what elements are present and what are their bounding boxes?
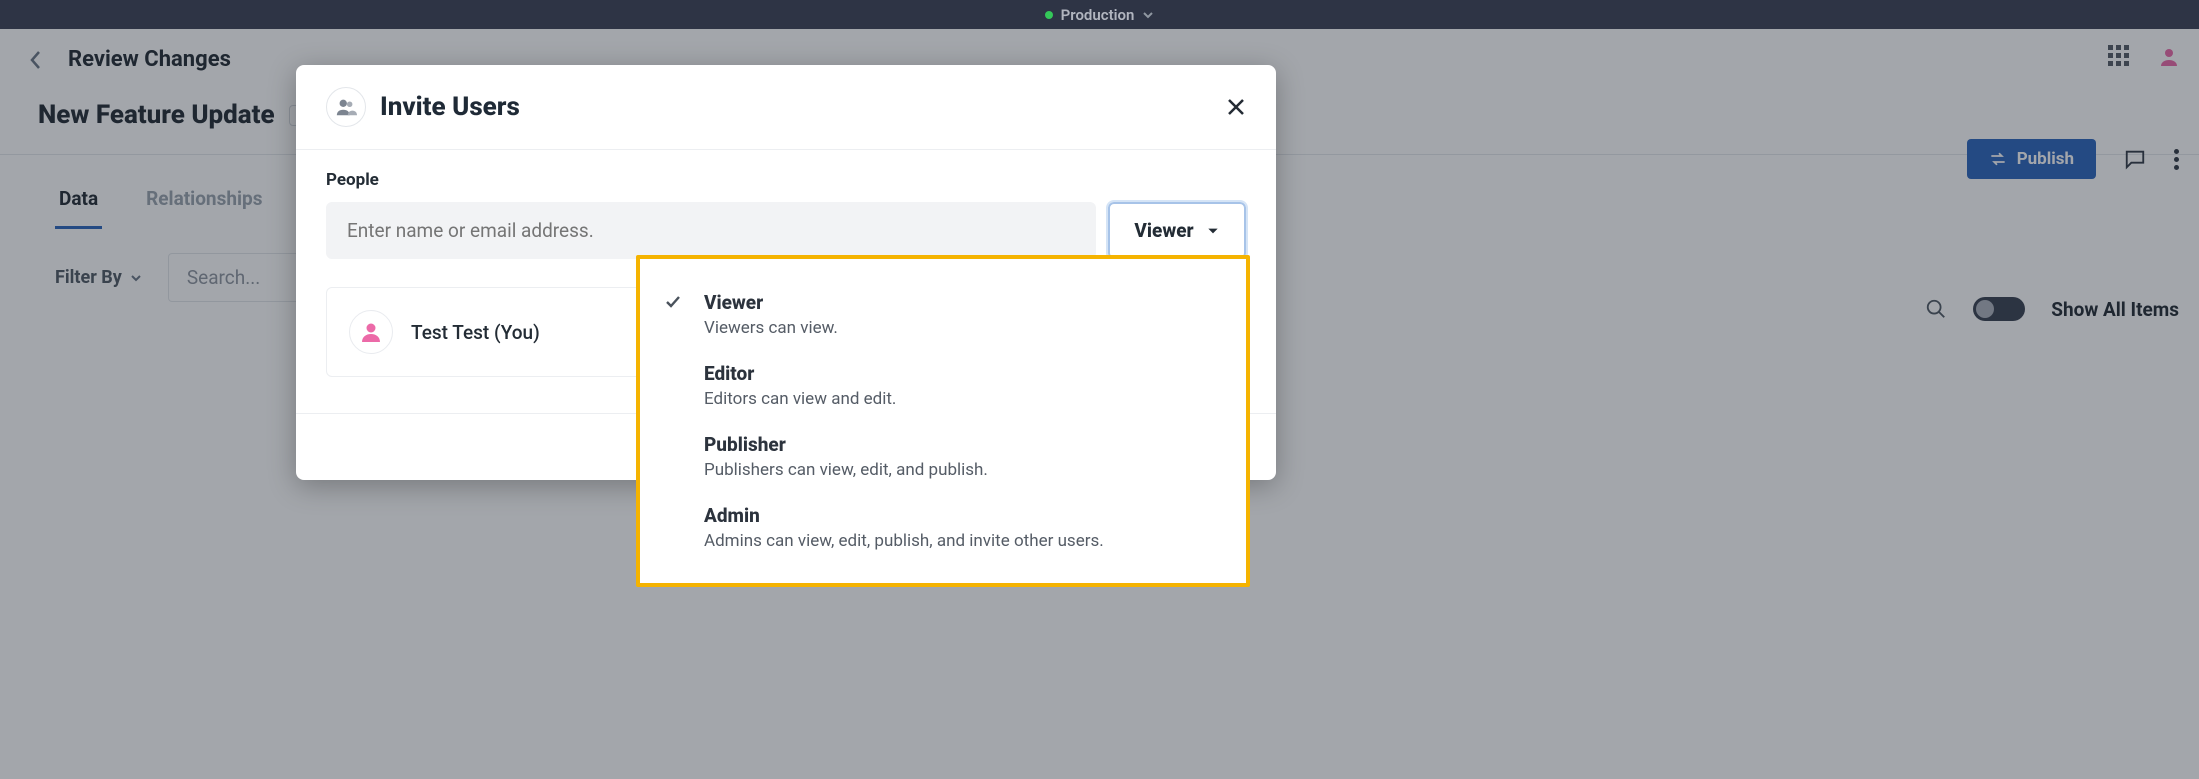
role-select[interactable]: Viewer — [1108, 202, 1246, 259]
environment-label: Production — [1061, 6, 1135, 24]
role-option-admin[interactable]: Admin Admins can view, edit, publish, an… — [640, 492, 1246, 563]
users-icon — [326, 87, 366, 127]
role-desc: Viewers can view. — [704, 318, 1218, 338]
role-option-publisher[interactable]: Publisher Publishers can view, edit, and… — [640, 421, 1246, 492]
avatar — [349, 310, 393, 354]
environment-bar[interactable]: Production — [0, 0, 2199, 29]
role-title: Publisher — [704, 433, 1218, 456]
modal-header: Invite Users — [296, 65, 1276, 150]
role-desc: Publishers can view, edit, and publish. — [704, 460, 1218, 480]
close-icon[interactable] — [1226, 97, 1246, 117]
role-title: Admin — [704, 504, 1218, 527]
role-select-label: Viewer — [1134, 219, 1193, 242]
environment-status-dot — [1045, 11, 1053, 19]
role-desc: Editors can view and edit. — [704, 389, 1218, 409]
page-body: Review Changes New Feature Update IN R P… — [0, 29, 2199, 779]
check-icon — [660, 291, 686, 311]
modal-title: Invite Users — [380, 92, 520, 122]
check-placeholder — [660, 362, 686, 364]
caret-down-icon — [1142, 9, 1154, 21]
role-option-viewer[interactable]: Viewer Viewers can view. — [640, 279, 1246, 350]
member-name: Test Test (You) — [411, 321, 540, 344]
role-title: Editor — [704, 362, 1218, 385]
people-label: People — [326, 170, 1246, 190]
caret-down-icon — [1206, 224, 1220, 238]
role-desc: Admins can view, edit, publish, and invi… — [704, 531, 1218, 551]
role-dropdown: Viewer Viewers can view. Editor Editors … — [636, 255, 1250, 587]
role-option-editor[interactable]: Editor Editors can view and edit. — [640, 350, 1246, 421]
role-title: Viewer — [704, 291, 1218, 314]
check-placeholder — [660, 433, 686, 435]
check-placeholder — [660, 504, 686, 506]
people-input[interactable] — [326, 202, 1096, 259]
